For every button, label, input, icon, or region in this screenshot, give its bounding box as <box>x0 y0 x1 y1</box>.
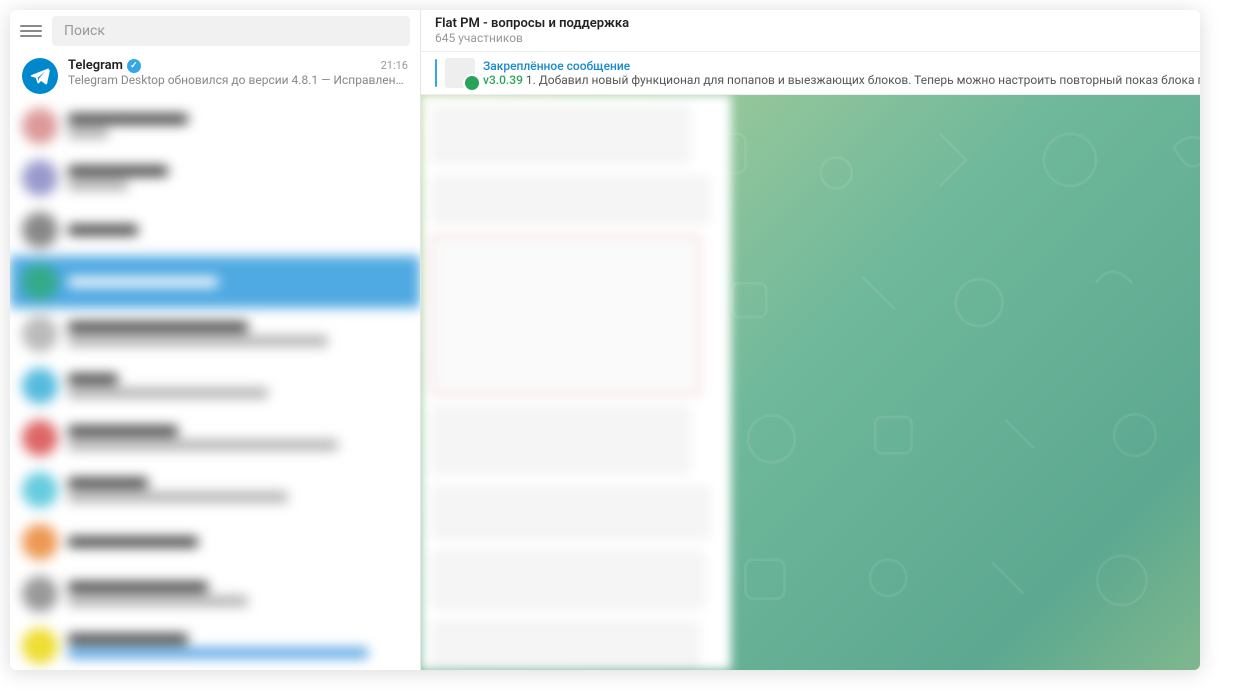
pin-preview-text: 1. Добавил новый функционал для попапов … <box>523 73 1200 87</box>
chat-header: Flat PM - вопросы и поддержка 645 участн… <box>421 10 1200 52</box>
chat-name-text: Telegram <box>68 58 123 73</box>
pin-thumbnail <box>445 58 475 88</box>
chat-name: Telegram <box>68 58 141 73</box>
verified-icon <box>127 59 141 73</box>
chat-item-telegram[interactable]: Telegram 21:16 Telegram Desktop обновилс… <box>10 52 420 100</box>
sidebar-topbar: Поиск <box>10 10 420 52</box>
chat-background: 22 <box>421 95 1200 670</box>
pin-title: Закреплённое сообщение <box>483 59 1200 73</box>
chat-body: Telegram 21:16 Telegram Desktop обновилс… <box>68 58 408 87</box>
blurred-chat-list <box>10 100 420 670</box>
telegram-window: Поиск Telegram 21:16 Telegram Desktop об… <box>10 10 1200 670</box>
pin-text: Закреплённое сообщение v3.0.39 1. Добави… <box>483 59 1200 87</box>
pin-stripe <box>435 59 437 87</box>
pin-preview: v3.0.39 1. Добавил новый функционал для … <box>483 73 1200 87</box>
chat-title: Flat PM - вопросы и поддержка <box>435 16 629 31</box>
chat-subtitle: 645 участников <box>435 31 629 45</box>
chat-preview: Telegram Desktop обновился до версии 4.8… <box>68 73 408 87</box>
chat-time: 21:16 <box>381 59 408 72</box>
main-chat: Flat PM - вопросы и поддержка 645 участн… <box>421 10 1200 670</box>
pinned-message[interactable]: Закреплённое сообщение v3.0.39 1. Добави… <box>421 52 1200 95</box>
pin-version: v3.0.39 <box>483 73 523 87</box>
search-input[interactable]: Поиск <box>52 16 410 46</box>
telegram-avatar <box>22 58 58 94</box>
sidebar: Поиск Telegram 21:16 Telegram Desktop об… <box>10 10 421 670</box>
chat-title-wrap[interactable]: Flat PM - вопросы и поддержка 645 участн… <box>435 16 629 45</box>
blurred-messages <box>421 95 731 670</box>
menu-icon[interactable] <box>20 20 42 42</box>
chat-list: Telegram 21:16 Telegram Desktop обновилс… <box>10 52 420 670</box>
